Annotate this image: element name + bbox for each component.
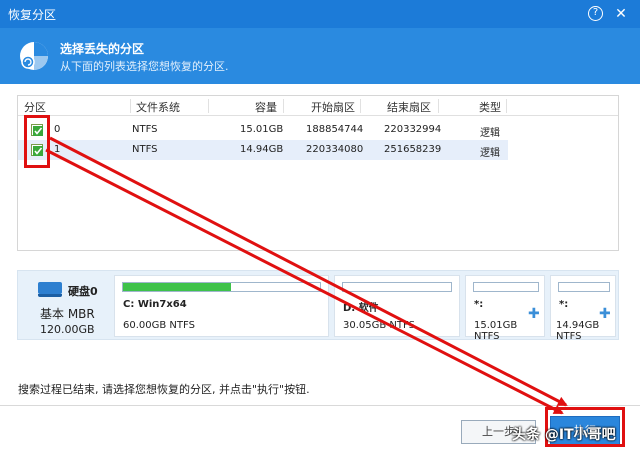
partition-block-recovered-0[interactable]: *: ✚ 15.01GB NTFS: [465, 275, 545, 342]
partition-label: *:: [474, 299, 484, 310]
partition-size: 60.00GB NTFS: [123, 320, 195, 331]
partition-size: 30.05GB NTFS: [343, 320, 415, 331]
column-divider: [506, 99, 507, 113]
table-header: 分区 文件系统 容量 开始扇区 结束扇区 类型: [18, 96, 618, 116]
col-filesystem[interactable]: 文件系统: [136, 99, 180, 115]
partition-recovery-icon: [20, 42, 48, 70]
cell-filesystem: NTFS: [132, 144, 158, 155]
partition-checkbox[interactable]: [31, 124, 43, 136]
col-end-sector[interactable]: 结束扇区: [387, 99, 431, 115]
usage-bar: [122, 282, 321, 292]
partition-size: 14.94GB NTFS: [556, 320, 600, 342]
column-divider: [208, 99, 209, 113]
column-divider: [283, 99, 284, 113]
cell-start-sector: 188854744: [306, 124, 364, 135]
col-partition[interactable]: 分区: [24, 99, 46, 115]
header-title: 选择丢失的分区: [60, 42, 145, 56]
partition-checkbox[interactable]: [31, 144, 43, 156]
cell-partition: 1: [54, 144, 61, 155]
check-icon: [33, 146, 43, 156]
cell-type: 逻辑: [480, 128, 500, 139]
table-row[interactable]: 0 NTFS 15.01GB 188854744 220332994 逻辑: [18, 120, 508, 140]
cell-type: 逻辑: [480, 148, 500, 159]
dialog-header: 选择丢失的分区 从下面的列表选择您想恢复的分区.: [0, 28, 640, 84]
title-bar: 恢复分区 ? ✕: [0, 0, 640, 28]
partition-block-c[interactable]: C: Win7x64 60.00GB NTFS: [114, 275, 329, 337]
partition-block-d[interactable]: D: 软件 30.05GB NTFS: [334, 275, 460, 337]
cell-size: 15.01GB: [240, 124, 284, 135]
usage-bar: [473, 282, 539, 292]
disk-info[interactable]: 硬盘0 基本 MBR 120.00GB: [22, 275, 112, 336]
cell-start-sector: 220334080: [306, 144, 364, 155]
col-size[interactable]: 容量: [255, 99, 277, 115]
cell-end-sector: 220332994: [384, 124, 442, 135]
table-row[interactable]: 1 NTFS 14.94GB 220334080 251658239 逻辑: [18, 140, 508, 160]
partition-label: D: 软件: [343, 303, 379, 314]
usage-fill: [123, 283, 232, 291]
partition-size: 15.01GB NTFS: [474, 320, 518, 342]
partition-block-recovered-1[interactable]: *: ✚ 14.94GB NTFS: [550, 275, 616, 342]
partition-label: *:: [559, 299, 569, 310]
usage-bar: [342, 282, 452, 292]
disk-size: 120.00GB: [40, 323, 95, 336]
header-subtitle: 从下面的列表选择您想恢复的分区.: [60, 60, 229, 73]
disk-map: 硬盘0 基本 MBR 120.00GB C: Win7x64 60.00GB N…: [17, 270, 619, 342]
disk-name: 硬盘0: [68, 285, 98, 298]
cell-filesystem: NTFS: [132, 124, 158, 135]
check-icon: [33, 126, 43, 136]
window-title: 恢复分区: [8, 8, 57, 22]
column-divider: [360, 99, 361, 113]
column-divider: [438, 99, 439, 113]
close-icon[interactable]: ✕: [612, 5, 630, 23]
cell-end-sector: 251658239: [384, 144, 442, 155]
cell-size: 14.94GB: [240, 144, 284, 155]
col-start-sector[interactable]: 开始扇区: [311, 99, 355, 115]
col-type[interactable]: 类型: [479, 99, 501, 115]
usage-bar: [558, 282, 610, 292]
help-icon[interactable]: ?: [588, 6, 603, 21]
cell-partition: 0: [54, 124, 61, 135]
partition-label: C: Win7x64: [123, 299, 187, 310]
hard-disk-icon: [38, 282, 62, 297]
partition-table: 分区 文件系统 容量 开始扇区 结束扇区 类型 0 NTFS 15.01GB 1…: [17, 95, 619, 251]
watermark: 头条 @IT小哥吧: [512, 427, 616, 443]
status-text: 搜索过程已结束, 请选择您想恢复的分区, 并点击"执行"按钮.: [18, 383, 310, 396]
column-divider: [130, 99, 131, 113]
disk-type: 基本 MBR: [40, 307, 95, 321]
